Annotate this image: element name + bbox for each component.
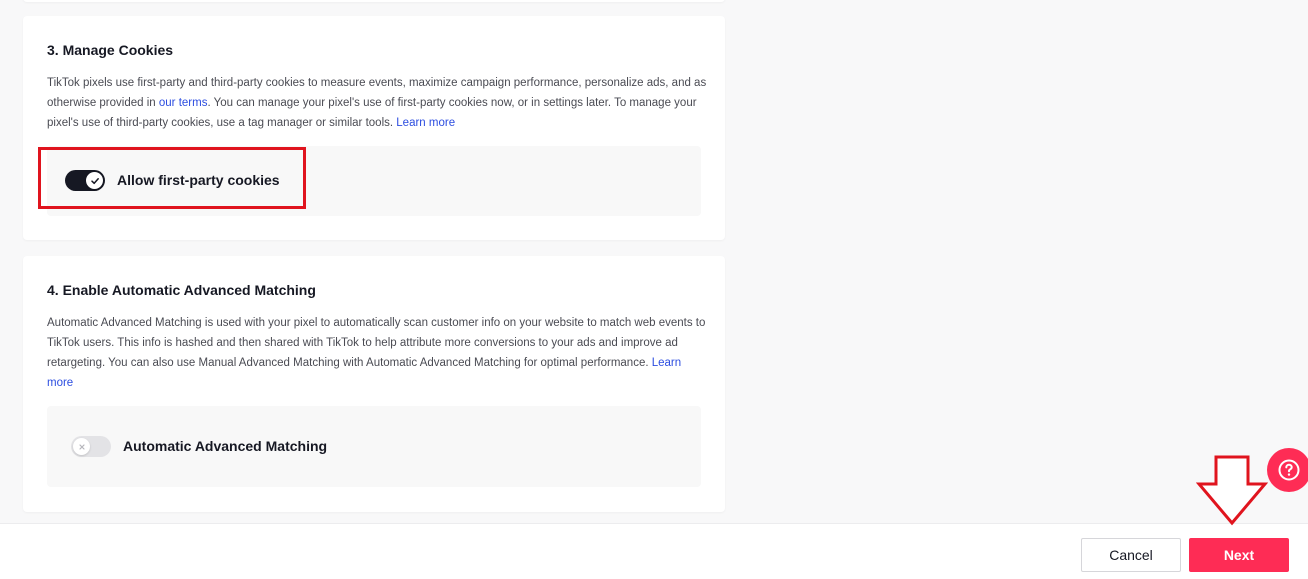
learn-more-link[interactable]: Learn more (396, 117, 455, 129)
advanced-matching-toggle[interactable] (71, 436, 111, 457)
description-text: Automatic Advanced Matching is used with… (47, 317, 706, 369)
down-arrow-annotation (1196, 455, 1268, 526)
advanced-matching-section: 4. Enable Automatic Advanced Matching Au… (23, 256, 725, 512)
help-button[interactable] (1267, 448, 1308, 492)
previous-card (23, 0, 725, 2)
x-icon (78, 443, 85, 450)
section-description: TikTok pixels use first-party and third-… (47, 73, 707, 133)
section-title: 4. Enable Automatic Advanced Matching (47, 282, 316, 298)
section-title: 3. Manage Cookies (47, 42, 174, 58)
question-circle-icon (1278, 459, 1300, 481)
page: 3. Manage Cookies TikTok pixels use firs… (0, 0, 1308, 579)
next-button[interactable]: Next (1189, 538, 1289, 572)
footer-bar: Cancel Next (0, 523, 1308, 579)
toggle-knob (73, 438, 90, 455)
advanced-matching-panel: Automatic Advanced Matching (47, 406, 701, 487)
section-description: Automatic Advanced Matching is used with… (47, 313, 707, 393)
advanced-matching-label: Automatic Advanced Matching (123, 438, 328, 454)
our-terms-link[interactable]: our terms (159, 97, 208, 109)
highlight-annotation-box (38, 147, 306, 209)
cancel-button[interactable]: Cancel (1081, 538, 1181, 572)
